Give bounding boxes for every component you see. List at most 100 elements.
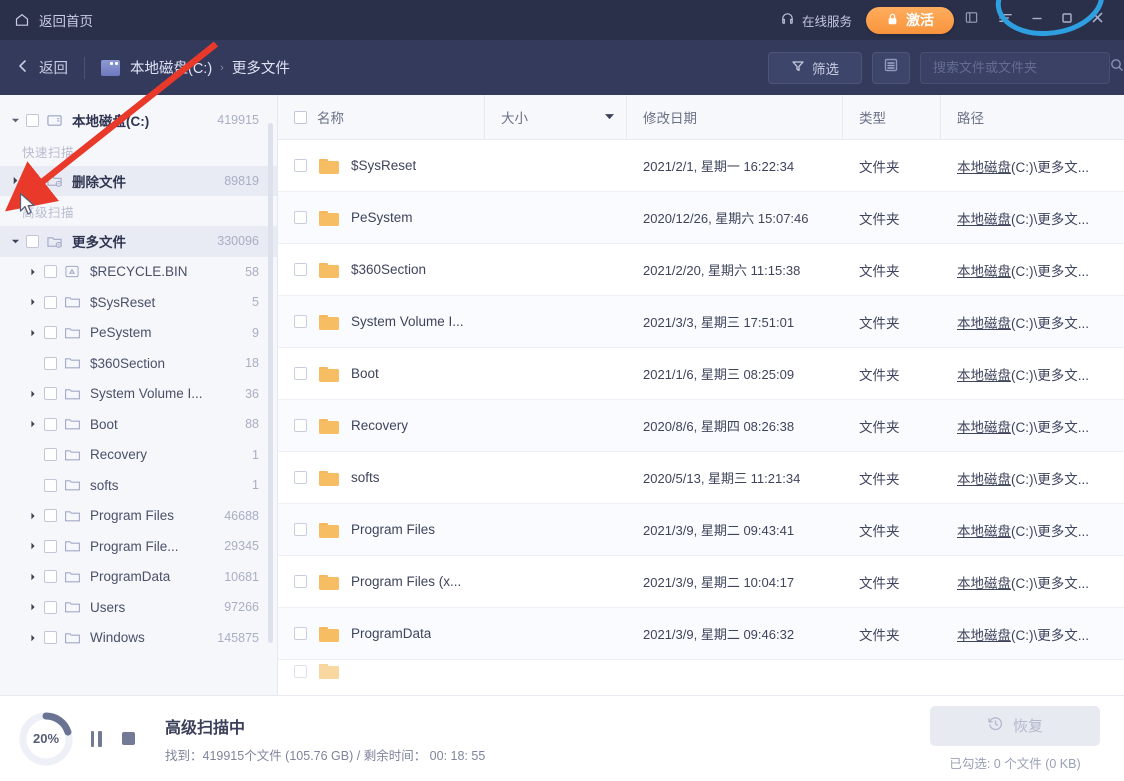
sidebar-item-boot[interactable]: Boot 88	[0, 409, 277, 440]
search-box[interactable]	[920, 51, 1123, 84]
row-checkbox[interactable]	[294, 664, 307, 678]
restore-button[interactable]: 恢复	[930, 705, 1100, 746]
search-icon[interactable]	[1109, 57, 1124, 78]
table-row[interactable]: Program Files 2021/3/9, 星期二 09:43:41 文件夹…	[278, 504, 1124, 556]
menu-button[interactable]	[988, 4, 1022, 36]
row-checkbox[interactable]	[294, 627, 307, 640]
checkbox[interactable]	[44, 600, 57, 614]
cell-date: 2021/3/9, 星期二 09:43:41	[643, 523, 795, 538]
table-row[interactable]: $360Section 2021/2/20, 星期六 11:15:38 文件夹 …	[278, 244, 1124, 296]
chevron-right-icon[interactable]	[24, 573, 42, 581]
chevron-right-icon[interactable]	[24, 512, 42, 520]
cell-date: 2021/1/6, 星期三 08:25:09	[643, 367, 795, 382]
column-header-size[interactable]: 大小	[485, 95, 627, 140]
checkbox[interactable]	[44, 417, 57, 431]
sidebar-item-root-drive[interactable]: 本地磁盘(C:) 419915	[0, 105, 277, 136]
sidebar-item-pesystem[interactable]: PeSystem 9	[0, 318, 277, 349]
minimize-button[interactable]	[1022, 4, 1052, 36]
checkbox[interactable]	[44, 631, 57, 645]
folder-deleted-icon	[46, 173, 64, 188]
column-header-name[interactable]: 名称	[278, 95, 485, 140]
chevron-right-icon[interactable]	[24, 542, 42, 550]
checkbox[interactable]	[44, 295, 57, 309]
column-header-date[interactable]: 修改日期	[627, 95, 843, 140]
chevron-right-icon[interactable]	[24, 390, 42, 398]
row-checkbox[interactable]	[294, 575, 307, 588]
sidebar-item-program-files[interactable]: Program Files 46688	[0, 501, 277, 532]
column-header-type[interactable]: 类型	[843, 95, 941, 140]
online-service-button[interactable]: 在线服务	[780, 11, 852, 30]
row-checkbox[interactable]	[294, 471, 307, 484]
row-checkbox[interactable]	[294, 419, 307, 432]
chevron-right-icon[interactable]	[24, 420, 42, 428]
chevron-right-icon[interactable]	[24, 634, 42, 642]
checkbox[interactable]	[26, 174, 39, 188]
table-row[interactable]: softs 2020/5/13, 星期三 11:21:34 文件夹 本地磁盘(C…	[278, 452, 1124, 504]
search-input[interactable]	[933, 60, 1109, 75]
sidebar-item-360section[interactable]: $360Section 18	[0, 348, 277, 379]
sidebar-scrollbar[interactable]	[268, 123, 273, 643]
sidebar-item-count: 1	[252, 478, 259, 493]
checkbox[interactable]	[44, 326, 57, 340]
sidebar-item-sysreset[interactable]: $SysReset 5	[0, 287, 277, 318]
table-body[interactable]: $SysReset 2021/2/1, 星期一 16:22:34 文件夹 本地磁…	[278, 140, 1124, 695]
select-all-checkbox[interactable]	[294, 110, 307, 124]
checkbox[interactable]	[26, 113, 39, 127]
sidebar-item-recovery[interactable]: Recovery 1	[0, 440, 277, 471]
chevron-right-icon[interactable]	[24, 268, 42, 276]
row-checkbox[interactable]	[294, 523, 307, 536]
chevron-down-icon[interactable]	[6, 116, 24, 125]
stop-button[interactable]	[122, 732, 135, 745]
table-row[interactable]: Boot 2021/1/6, 星期三 08:25:09 文件夹 本地磁盘(C:)…	[278, 348, 1124, 400]
checkbox[interactable]	[44, 478, 57, 492]
list-view-button[interactable]	[872, 51, 910, 84]
sidebar-item-deleted-files[interactable]: 删除文件 89819	[0, 165, 277, 196]
checkbox[interactable]	[44, 265, 57, 279]
chevron-down-icon[interactable]	[6, 237, 24, 246]
chevron-right-icon[interactable]	[24, 298, 42, 306]
home-button[interactable]: 返回首页	[14, 10, 93, 30]
table-row[interactable]: Program Files (x... 2021/3/9, 星期二 10:04:…	[278, 556, 1124, 608]
sidebar-item-program-files-x86[interactable]: Program File... 29345	[0, 531, 277, 562]
maximize-button[interactable]	[1052, 4, 1082, 36]
table-row[interactable]: PeSystem 2020/12/26, 星期六 15:07:46 文件夹 本地…	[278, 192, 1124, 244]
checkbox[interactable]	[44, 570, 57, 584]
row-checkbox[interactable]	[294, 315, 307, 328]
back-button[interactable]: 返回	[16, 57, 84, 78]
breadcrumb-item-more-files[interactable]: 更多文件	[232, 57, 290, 78]
row-checkbox[interactable]	[294, 159, 307, 172]
row-checkbox[interactable]	[294, 263, 307, 276]
sidebar-item-system-volume-information[interactable]: System Volume I... 36	[0, 379, 277, 410]
sort-desc-icon[interactable]	[605, 112, 614, 122]
sidebar-item-users[interactable]: Users 97266	[0, 592, 277, 623]
row-checkbox[interactable]	[294, 367, 307, 380]
column-header-path[interactable]: 路径	[941, 95, 1124, 140]
checkbox[interactable]	[26, 234, 39, 248]
chevron-right-icon[interactable]	[24, 603, 42, 611]
sidebar-item-programdata[interactable]: ProgramData 10681	[0, 562, 277, 593]
chevron-right-icon[interactable]	[24, 329, 42, 337]
sidebar-tree[interactable]: 本地磁盘(C:) 419915 快速扫描 删除文件 89819 高级扫描 更多文…	[0, 95, 278, 695]
breadcrumb-item-drive[interactable]: 本地磁盘(C:)	[130, 57, 212, 78]
close-button[interactable]	[1082, 4, 1112, 36]
table-row[interactable]: Recovery 2020/8/6, 星期四 08:26:38 文件夹 本地磁盘…	[278, 400, 1124, 452]
sidebar-item-softs[interactable]: softs 1	[0, 470, 277, 501]
sidebar-item-more-files[interactable]: 更多文件 330096	[0, 226, 277, 257]
pause-button[interactable]	[88, 730, 104, 748]
checkbox[interactable]	[44, 448, 57, 462]
table-row-partial[interactable]	[278, 660, 1124, 682]
chevron-right-icon[interactable]	[6, 176, 24, 185]
activate-button[interactable]: 激活	[866, 6, 954, 34]
checkbox[interactable]	[44, 539, 57, 553]
table-row[interactable]: $SysReset 2021/2/1, 星期一 16:22:34 文件夹 本地磁…	[278, 140, 1124, 192]
table-row[interactable]: ProgramData 2021/3/9, 星期二 09:46:32 文件夹 本…	[278, 608, 1124, 660]
table-row[interactable]: System Volume I... 2021/3/3, 星期三 17:51:0…	[278, 296, 1124, 348]
row-checkbox[interactable]	[294, 211, 307, 224]
checkbox[interactable]	[44, 356, 57, 370]
filter-button[interactable]: 筛选	[768, 51, 862, 84]
checkbox[interactable]	[44, 387, 57, 401]
sidebar-item-windows[interactable]: Windows 145875	[0, 623, 277, 654]
sidebar-item-recycle-bin[interactable]: $RECYCLE.BIN 58	[0, 257, 277, 288]
panel-toggle-button[interactable]	[954, 4, 988, 36]
checkbox[interactable]	[44, 509, 57, 523]
